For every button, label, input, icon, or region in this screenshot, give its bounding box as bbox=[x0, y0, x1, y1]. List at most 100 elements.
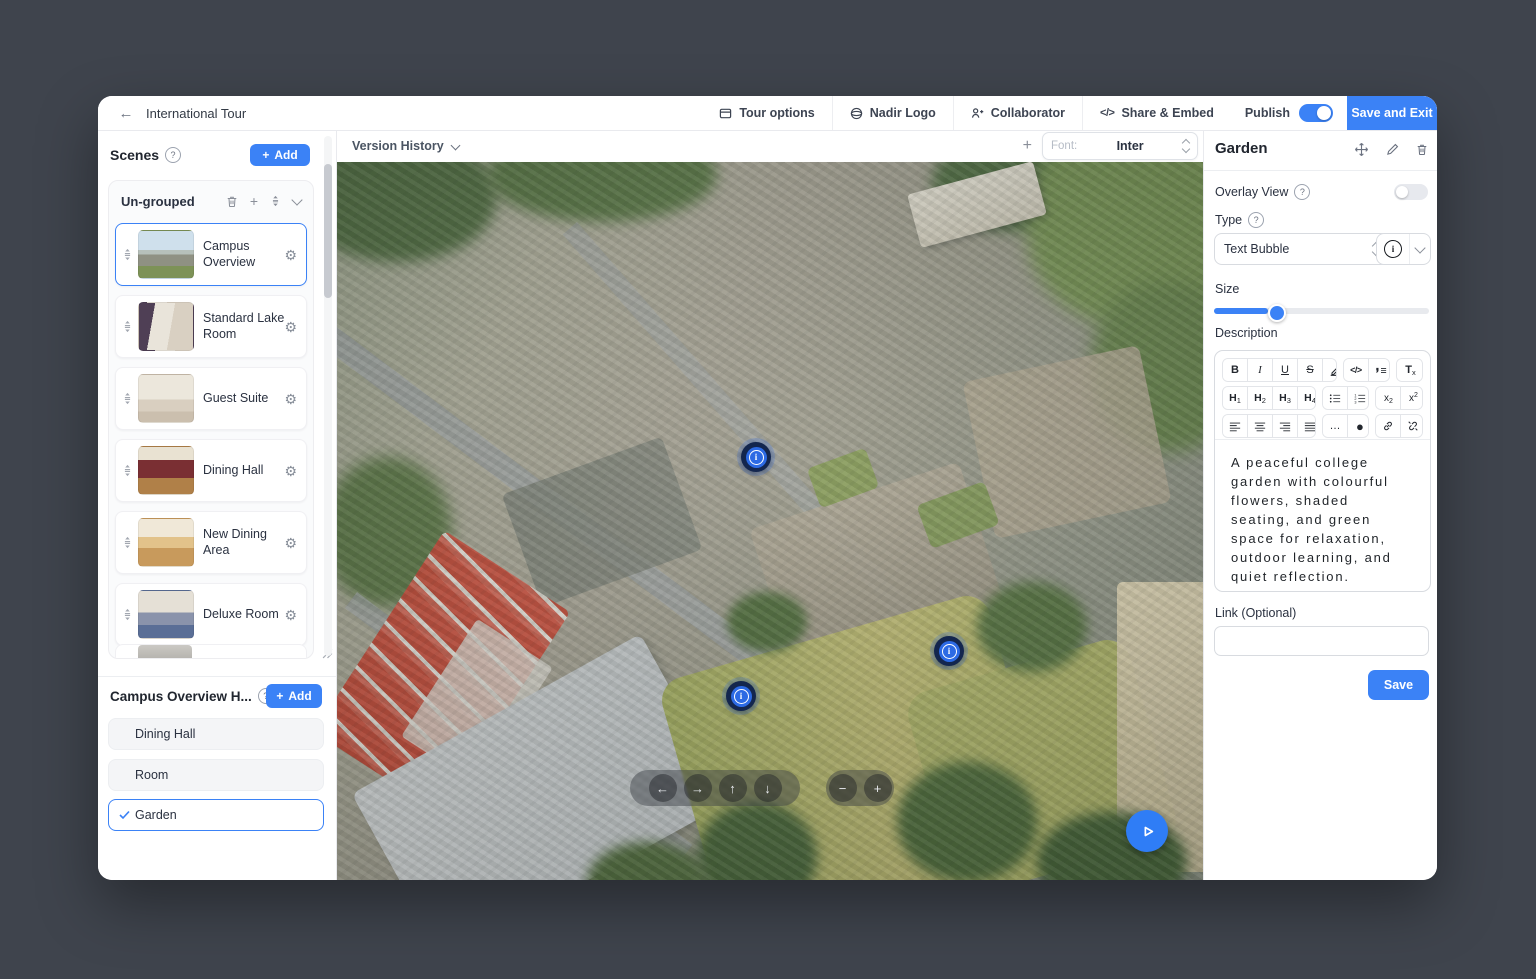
strikethrough-button[interactable]: S bbox=[1297, 359, 1322, 381]
info-style-button[interactable]: i bbox=[1377, 234, 1409, 264]
topbar-actions: Tour options Nadir Logo Collaborator </>… bbox=[702, 96, 1437, 130]
move-hotspot-icon[interactable] bbox=[1354, 142, 1369, 157]
description-text[interactable]: A peaceful college garden with colourful… bbox=[1215, 440, 1430, 591]
type-help-icon[interactable]: ? bbox=[1248, 212, 1264, 228]
delete-group-icon[interactable] bbox=[226, 195, 238, 208]
align-justify-button[interactable] bbox=[1297, 415, 1316, 437]
pan-down-button[interactable]: ↓ bbox=[754, 774, 782, 802]
h4-button[interactable]: H4 bbox=[1297, 387, 1316, 409]
back-button[interactable]: ← bbox=[114, 101, 138, 125]
link-button[interactable] bbox=[1376, 415, 1400, 437]
align-center-button[interactable] bbox=[1247, 415, 1272, 437]
code-button[interactable]: </> bbox=[1344, 359, 1368, 381]
slider-knob[interactable] bbox=[1268, 304, 1286, 322]
align-right-button[interactable] bbox=[1272, 415, 1297, 437]
add-scene-button[interactable]: + Add bbox=[250, 144, 310, 166]
hotspot-item-room[interactable]: Room bbox=[108, 759, 324, 791]
underline-button[interactable]: U bbox=[1272, 359, 1297, 381]
version-history-dropdown[interactable]: Version History bbox=[352, 139, 459, 153]
collaborator-button[interactable]: Collaborator bbox=[954, 96, 1082, 130]
size-slider[interactable] bbox=[1214, 308, 1429, 314]
scene-settings-icon[interactable]: ⚙ bbox=[284, 320, 297, 334]
icon-picker-chevron[interactable] bbox=[1409, 234, 1430, 264]
info-hotspot-marker[interactable]: i bbox=[934, 636, 964, 666]
save-button[interactable]: Save bbox=[1368, 670, 1429, 700]
add-hotspot-button[interactable]: + Add bbox=[266, 684, 322, 708]
info-hotspot-marker[interactable]: i bbox=[726, 681, 756, 711]
overlay-view-toggle[interactable] bbox=[1394, 184, 1428, 200]
hotspot-item-garden[interactable]: Garden bbox=[108, 799, 324, 831]
unlink-button[interactable] bbox=[1400, 415, 1423, 437]
link-input[interactable] bbox=[1214, 626, 1429, 656]
bullet-list-button[interactable] bbox=[1323, 387, 1347, 409]
scenes-scrollbar-thumb[interactable] bbox=[324, 164, 332, 298]
chevron-down-icon bbox=[1414, 242, 1425, 253]
add-text-icon[interactable]: + bbox=[1023, 137, 1032, 155]
drag-handle-icon[interactable] bbox=[116, 608, 138, 621]
font-label: Font: bbox=[1051, 140, 1077, 152]
delete-hotspot-icon[interactable] bbox=[1416, 142, 1428, 157]
save-and-exit-button[interactable]: Save and Exit bbox=[1347, 96, 1437, 130]
overlay-help-icon[interactable]: ? bbox=[1294, 184, 1310, 200]
subscript-button[interactable]: x2 bbox=[1376, 387, 1400, 409]
blockquote-button[interactable] bbox=[1368, 359, 1390, 381]
panorama-viewport[interactable]: i i i ← → ↑ ↓ − + bbox=[337, 162, 1203, 880]
h3-button[interactable]: H3 bbox=[1272, 387, 1297, 409]
preview-play-button[interactable] bbox=[1126, 810, 1168, 852]
italic-button[interactable]: I bbox=[1247, 359, 1272, 381]
scene-settings-icon[interactable]: ⚙ bbox=[284, 464, 297, 478]
h1-button[interactable]: H1 bbox=[1223, 387, 1247, 409]
font-select[interactable]: Font: Inter bbox=[1042, 132, 1198, 160]
h2-button[interactable]: H2 bbox=[1247, 387, 1272, 409]
drag-handle-icon[interactable] bbox=[116, 320, 138, 333]
scene-item-campus-overview[interactable]: Campus Overview ⚙ bbox=[115, 223, 307, 286]
scene-settings-icon[interactable]: ⚙ bbox=[284, 248, 297, 262]
scenes-help-icon[interactable]: ? bbox=[165, 147, 181, 163]
info-hotspot-marker[interactable]: i bbox=[741, 442, 771, 472]
nadir-logo-button[interactable]: Nadir Logo bbox=[833, 96, 953, 130]
ordered-list-button[interactable]: 123 bbox=[1347, 387, 1370, 409]
bold-button[interactable]: B bbox=[1223, 359, 1247, 381]
scene-item-deluxe-room[interactable]: Deluxe Room ⚙ bbox=[115, 583, 307, 646]
edit-hotspot-icon[interactable] bbox=[1386, 142, 1399, 157]
scene-settings-icon[interactable]: ⚙ bbox=[284, 392, 297, 406]
drag-handle-icon[interactable] bbox=[116, 248, 138, 261]
tour-options-button[interactable]: Tour options bbox=[702, 96, 831, 130]
scene-item-standard-lake-room[interactable]: Standard Lake Room ⚙ bbox=[115, 295, 307, 358]
add-to-group-icon[interactable]: + bbox=[250, 194, 258, 208]
plus-icon: + bbox=[262, 148, 269, 162]
drag-handle-icon[interactable] bbox=[116, 392, 138, 405]
hotspot-type-select[interactable]: Text Bubble bbox=[1214, 233, 1389, 265]
type-value: Text Bubble bbox=[1224, 242, 1289, 256]
hotspot-item-dining-hall[interactable]: Dining Hall bbox=[108, 718, 324, 750]
align-left-button[interactable] bbox=[1223, 415, 1247, 437]
publish-toggle[interactable] bbox=[1299, 104, 1333, 122]
clear-format-button[interactable]: Tx bbox=[1397, 359, 1424, 381]
pan-right-button[interactable]: → bbox=[684, 774, 712, 802]
scene-settings-icon[interactable]: ⚙ bbox=[284, 608, 297, 622]
zoom-in-button[interactable]: + bbox=[864, 774, 892, 802]
highlight-button[interactable] bbox=[1322, 359, 1337, 381]
superscript-button[interactable]: x2 bbox=[1400, 387, 1423, 409]
horizontal-rule-button[interactable]: … bbox=[1323, 415, 1347, 437]
trees bbox=[897, 762, 1037, 880]
text-color-button[interactable]: ● bbox=[1347, 415, 1370, 437]
drag-handle-icon[interactable] bbox=[116, 464, 138, 477]
pan-up-button[interactable]: ↑ bbox=[719, 774, 747, 802]
sort-group-icon[interactable] bbox=[270, 195, 281, 207]
pan-left-button[interactable]: ← bbox=[649, 774, 677, 802]
scene-item-new-dining-area[interactable]: New Dining Area ⚙ bbox=[115, 511, 307, 574]
scene-settings-icon[interactable]: ⚙ bbox=[284, 536, 297, 550]
info-icon: i bbox=[734, 689, 749, 704]
scene-item-guest-suite[interactable]: Guest Suite ⚙ bbox=[115, 367, 307, 430]
hotspots-header: Campus Overview H... ? + Add bbox=[110, 684, 322, 708]
scenes-scrollbar-track[interactable] bbox=[324, 136, 332, 656]
publish-label: Publish bbox=[1245, 106, 1290, 120]
drag-handle-icon[interactable] bbox=[116, 536, 138, 549]
collapse-group-icon[interactable] bbox=[293, 199, 301, 204]
scene-item-partial[interactable] bbox=[115, 644, 307, 659]
share-embed-button[interactable]: </> Share & Embed bbox=[1083, 96, 1231, 130]
scene-item-dining-hall[interactable]: Dining Hall ⚙ bbox=[115, 439, 307, 502]
scenes-title: Scenes bbox=[110, 147, 159, 163]
zoom-out-button[interactable]: − bbox=[829, 774, 857, 802]
